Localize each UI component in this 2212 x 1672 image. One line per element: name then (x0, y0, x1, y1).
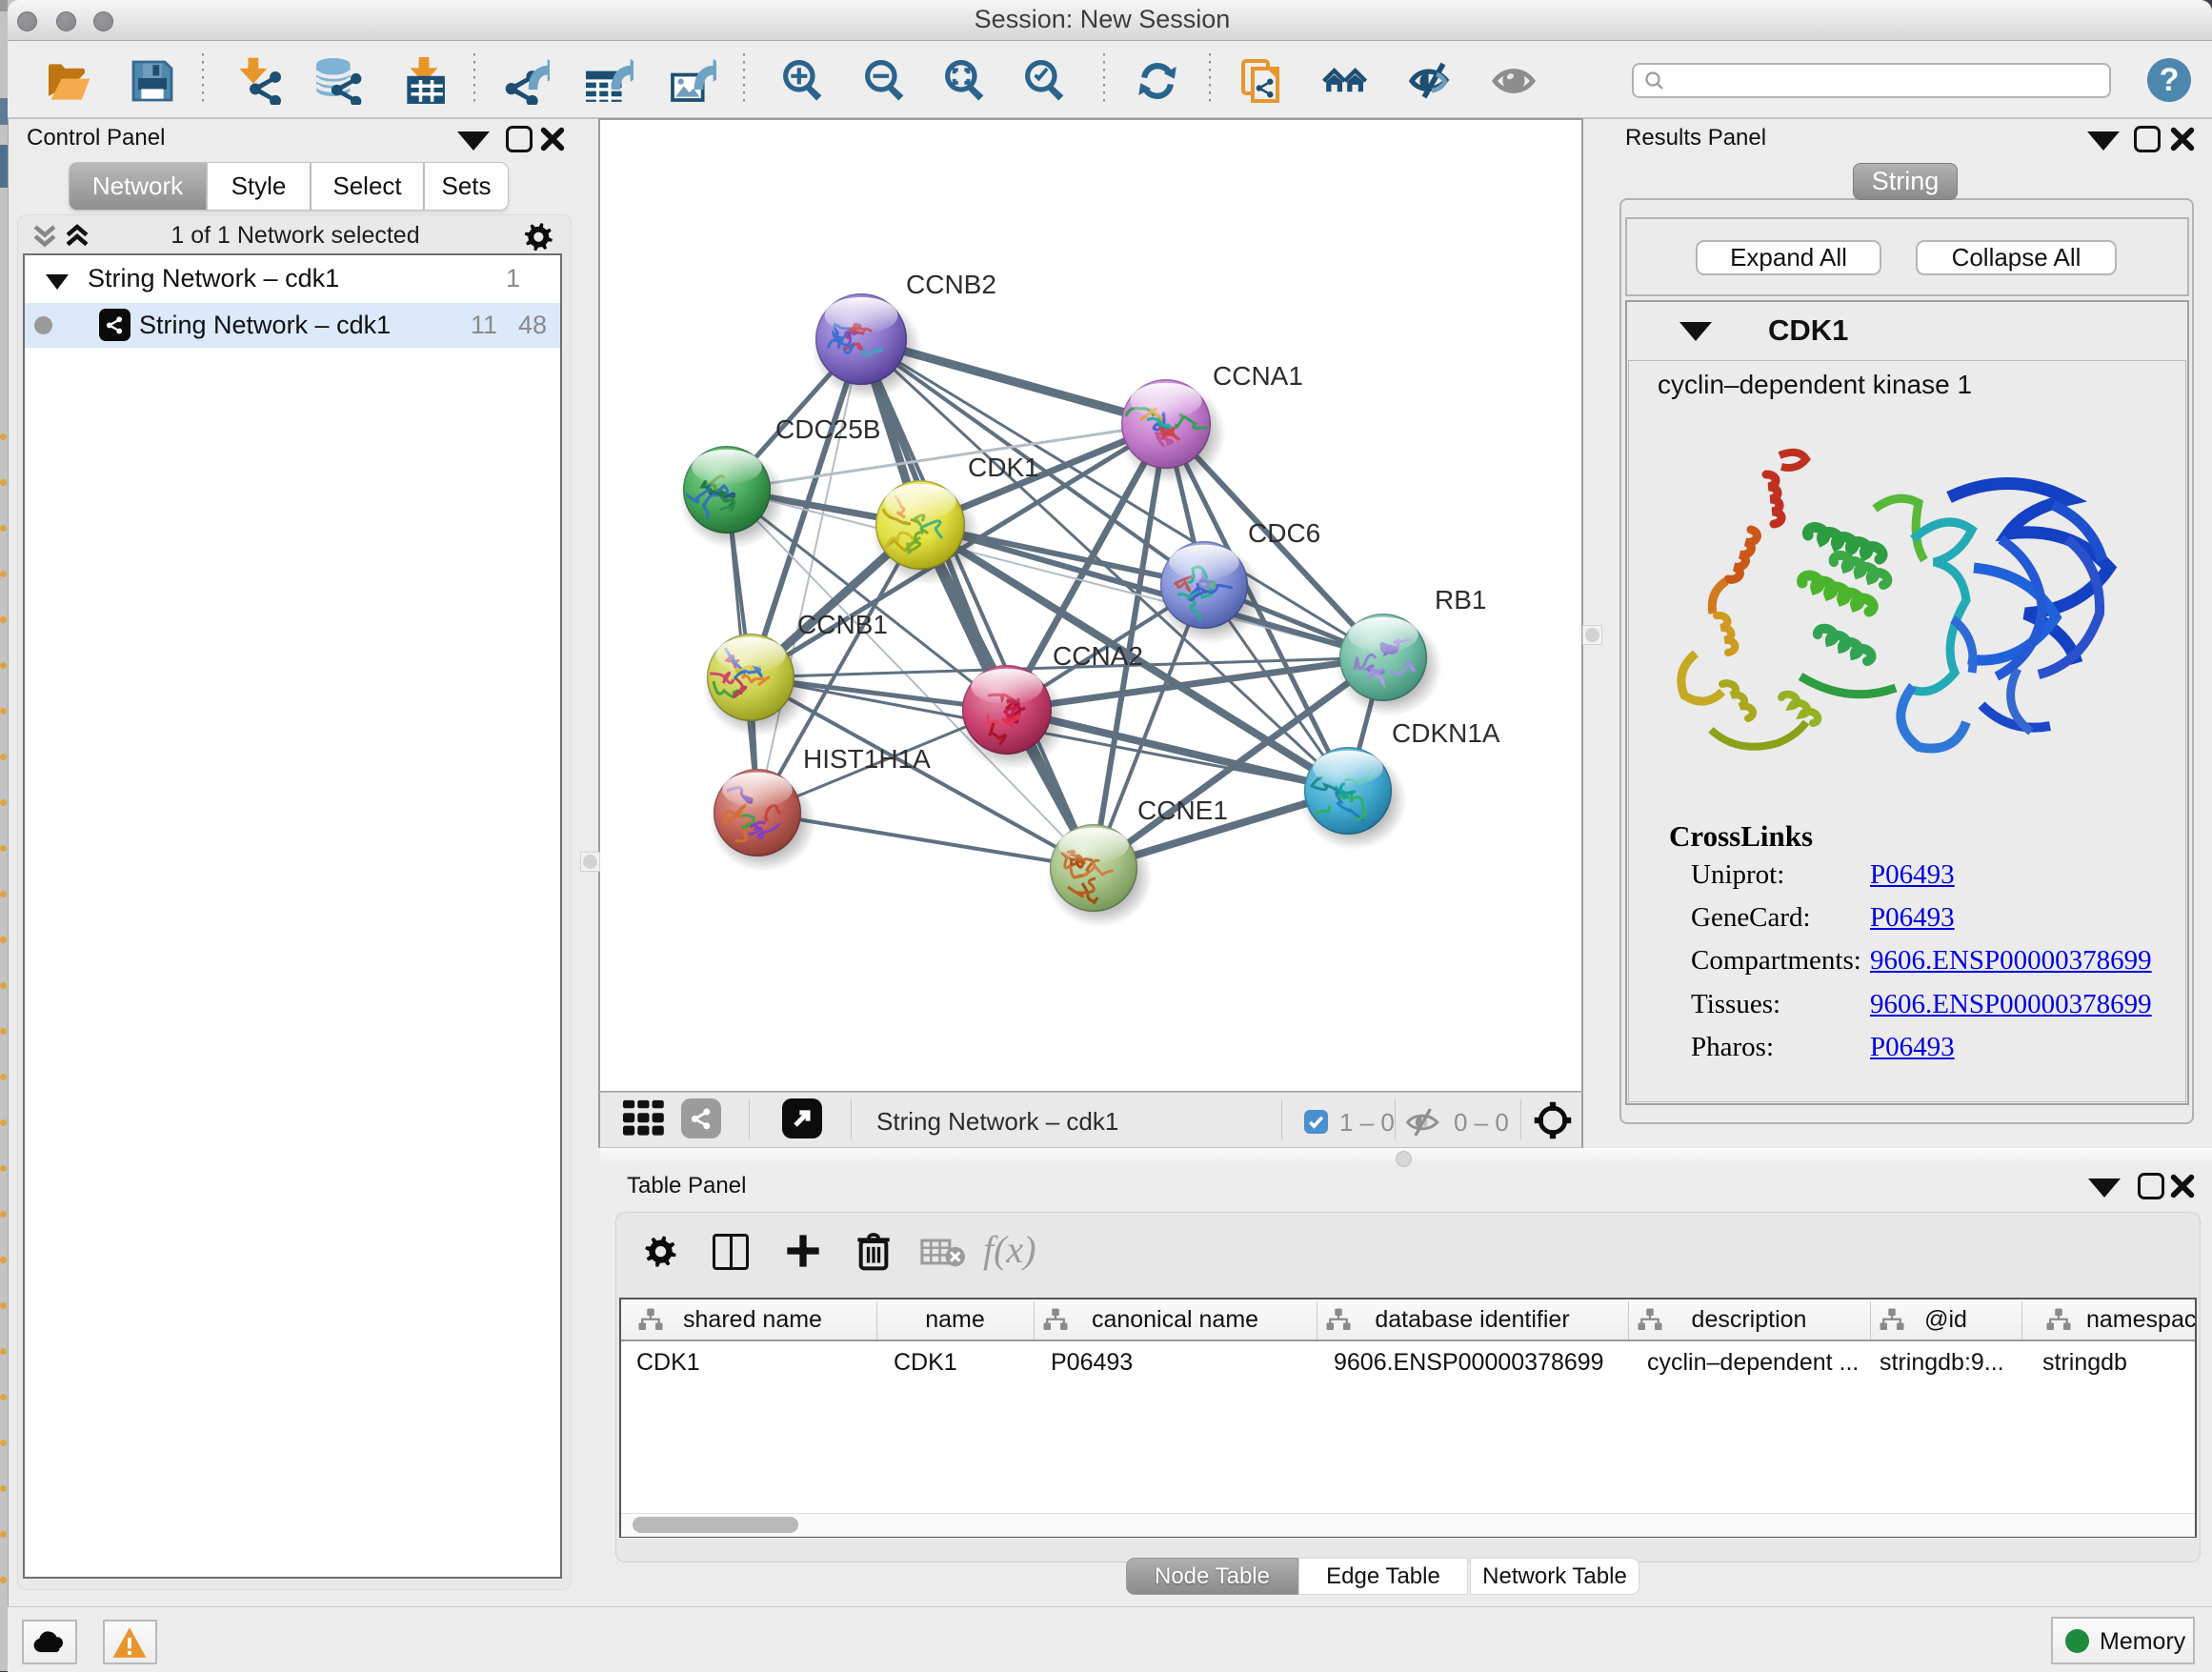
svg-text:CCNB2: CCNB2 (906, 270, 996, 299)
svg-text:CCNA2: CCNA2 (1053, 641, 1143, 671)
svg-text:CDKN1A: CDKN1A (1392, 718, 1500, 748)
svg-text:CDC6: CDC6 (1248, 518, 1320, 548)
svg-text:CDC25B: CDC25B (775, 414, 880, 444)
svg-text:CDK1: CDK1 (968, 453, 1039, 482)
svg-text:CCNA1: CCNA1 (1213, 361, 1303, 391)
svg-text:HIST1H1A: HIST1H1A (803, 744, 931, 774)
svg-text:CCNB1: CCNB1 (797, 610, 888, 639)
svg-text:RB1: RB1 (1435, 585, 1486, 614)
svg-text:CCNE1: CCNE1 (1137, 796, 1228, 825)
